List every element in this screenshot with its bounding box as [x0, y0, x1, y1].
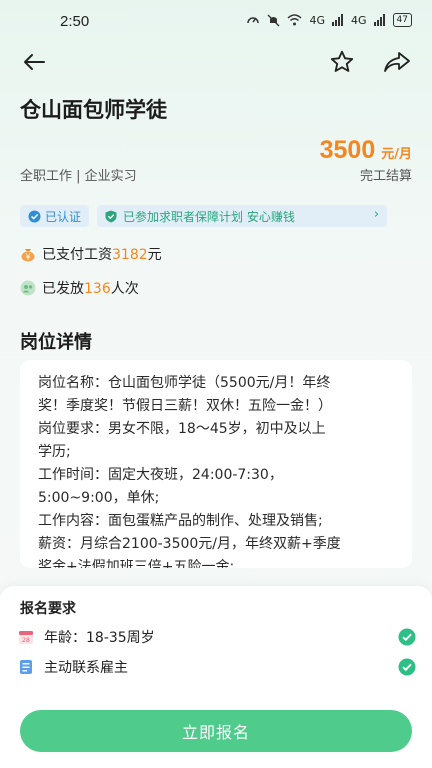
star-icon [330, 50, 354, 72]
back-button[interactable] [18, 46, 50, 78]
svg-text:28: 28 [22, 637, 30, 644]
calendar-icon: 28 [19, 631, 33, 644]
certified-label: 已认证 [45, 209, 82, 224]
apply-button[interactable]: 立即报名 [20, 710, 412, 752]
check-circle-icon [398, 658, 416, 676]
signal-icon [332, 14, 344, 26]
detail-line: 学历; [38, 444, 71, 460]
signal-1-label: 4G [309, 13, 326, 27]
signal-2-label: 4G [351, 13, 367, 27]
mute-icon [268, 14, 280, 26]
issued-suffix: 人次 [110, 281, 139, 297]
svg-text:¥: ¥ [25, 253, 30, 262]
salary: 3500 元/月 [320, 136, 412, 165]
contact-card-icon [20, 660, 32, 674]
favorite-button[interactable] [326, 46, 358, 78]
verified-icon [28, 210, 41, 222]
detail-line: 工作内容：面包蛋糕产品的制作、处理及销售; [38, 513, 323, 529]
signal-icon [373, 14, 385, 26]
paid-wages-stat: ¥ 已支付工资3182元 [20, 244, 162, 264]
requirement-contact: 主动联系雇主 [18, 656, 416, 678]
detail-line: 5:00~9:00，单休; [38, 490, 160, 506]
paid-prefix: 已支付工资 [42, 247, 112, 263]
job-type: 全职工作 | 企业实习 [20, 169, 137, 184]
status-bar: 2:50 4G 4G 47 [0, 0, 432, 44]
detail-line: 奖！季度奖！节假日三薪！双休！五险一金！） [38, 398, 332, 414]
top-nav [0, 44, 432, 76]
arrow-left-icon [24, 54, 45, 70]
paid-amount: 3182 [112, 247, 148, 263]
wifi-icon [288, 14, 302, 26]
requirement-contact-label: 主动联系雇主 [44, 660, 128, 676]
issued-prefix: 已发放 [42, 281, 84, 297]
salary-amount: 3500 [319, 136, 376, 164]
details-section-title: 岗位详情 [20, 332, 92, 353]
salary-unit: 元/月 [381, 147, 412, 162]
share-icon [384, 52, 410, 72]
status-time: 2:50 [60, 13, 90, 30]
check-circle-icon [398, 628, 416, 646]
money-bag-icon: ¥ [21, 249, 35, 262]
users-icon [20, 280, 36, 296]
share-button[interactable] [381, 46, 413, 78]
job-details-card[interactable]: 岗位名称：仓山面包师学徒（5500元/月！年终 奖！季度奖！节假日三薪！双休！五… [20, 360, 412, 568]
chevron-right-icon: › [373, 207, 380, 222]
detail-line: 岗位要求：男女不限，18～45岁，初中及以上 [38, 421, 326, 437]
job-title: 仓山面包师学徒 [20, 98, 167, 122]
requirement-age: 28 年龄：18-35周岁 [18, 626, 416, 648]
guarantee-label: 已参加求职者保障计划 安心赚钱 [123, 209, 295, 224]
shield-icon [105, 210, 117, 222]
battery-icon: 47 [392, 13, 412, 27]
issued-count-stat: 已发放136人次 [20, 278, 139, 298]
status-icons: 4G 4G 47 [246, 13, 412, 27]
certified-badge: 已认证 [20, 205, 90, 227]
detail-line: 岗位名称：仓山面包师学徒（5500元/月！年终 [38, 375, 331, 391]
speedometer-icon [247, 17, 260, 24]
paid-suffix: 元 [147, 247, 162, 263]
detail-line: 薪资：月综合2100-3500元/月，年终双薪+季度 [38, 536, 341, 552]
requirement-age-label: 年龄：18-35周岁 [44, 630, 155, 646]
badges: 已认证 已参加求职者保障计划 安心赚钱 › [20, 205, 388, 227]
guarantee-badge[interactable]: 已参加求职者保障计划 安心赚钱 › [97, 205, 388, 227]
requirements-title: 报名要求 [20, 601, 76, 617]
settlement-type: 完工结算 [359, 169, 412, 184]
issued-count: 136 [84, 281, 111, 297]
detail-line: 工作时间：固定大夜班，24:00-7:30， [38, 467, 283, 483]
detail-line: 奖金+法假加班三倍+五险一金; [38, 559, 235, 568]
